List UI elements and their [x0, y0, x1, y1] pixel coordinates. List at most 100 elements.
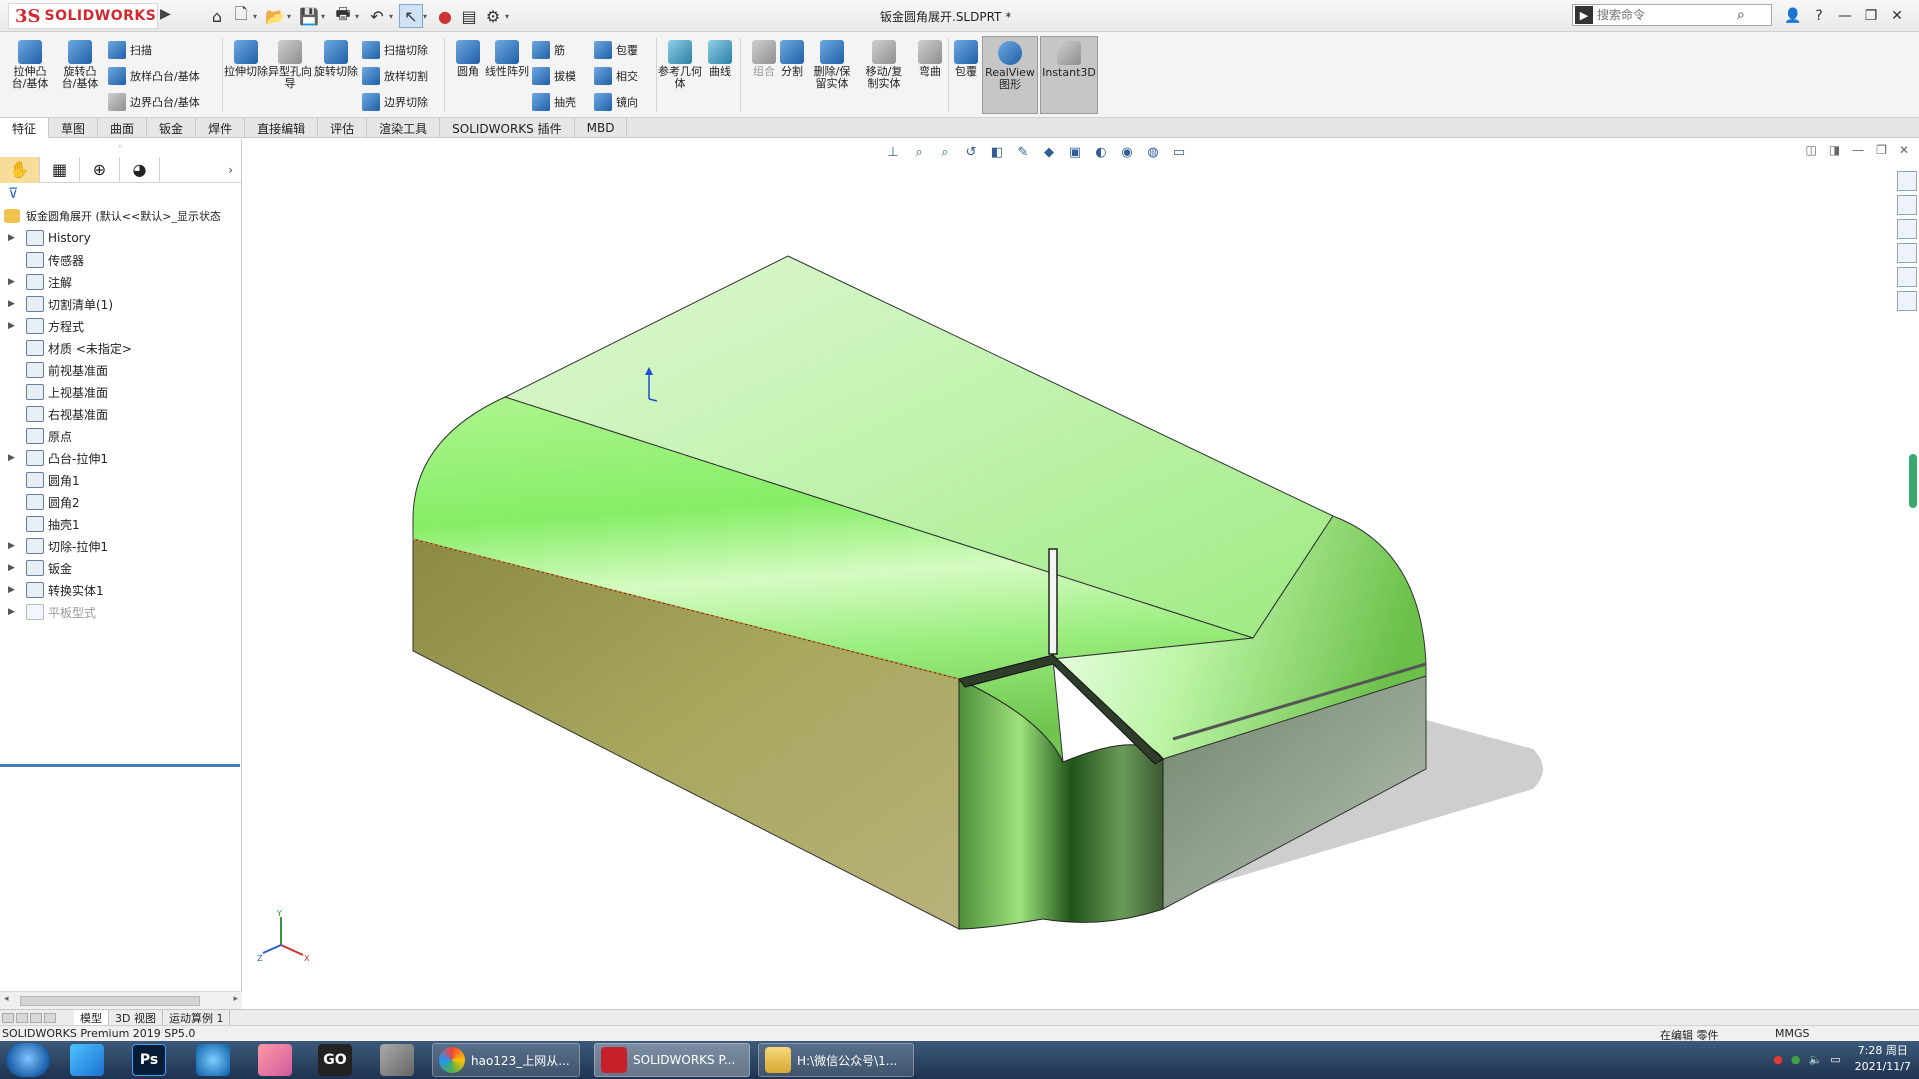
save-icon[interactable]: 💾: [297, 4, 321, 28]
swept-cut-button[interactable]: 扫描切除: [362, 38, 428, 62]
mirror-button[interactable]: 镜向: [594, 90, 638, 114]
draft-button[interactable]: 拔模: [532, 64, 576, 88]
filter-icon[interactable]: ⊽: [0, 183, 241, 205]
restore-icon[interactable]: ❐: [1858, 8, 1884, 24]
command-tab[interactable]: 评估: [318, 118, 368, 138]
status-units[interactable]: MMGS: [1775, 1027, 1810, 1040]
boundary-boss-button[interactable]: 边界凸台/基体: [108, 90, 200, 114]
tree-item[interactable]: 上视基准面: [0, 381, 241, 403]
lofted-cut-button[interactable]: 放样切割: [362, 64, 428, 88]
search-input[interactable]: [1597, 8, 1737, 22]
open-dropdown-icon[interactable]: ▾: [287, 12, 297, 21]
first-tab-icon[interactable]: [2, 1012, 14, 1023]
expand-arrow-icon[interactable]: ▶: [0, 321, 15, 331]
expand-arrow-icon[interactable]: ▶: [0, 299, 15, 309]
model-tab[interactable]: 模型: [74, 1010, 109, 1025]
instant3d-toggle[interactable]: Instant3D: [1040, 36, 1098, 114]
save-dropdown-icon[interactable]: ▾: [321, 12, 331, 21]
tree-item[interactable]: 材质 <未指定>: [0, 337, 241, 359]
feature-manager-tab-icon[interactable]: ✋: [0, 156, 40, 183]
ref-geometry-button[interactable]: 参考几何体: [658, 36, 702, 114]
task-pane-library-icon[interactable]: [1897, 219, 1917, 239]
photoshop-icon[interactable]: Ps: [132, 1044, 166, 1076]
scroll-thumb[interactable]: [20, 996, 200, 1006]
model-tab[interactable]: 运动算例 1: [163, 1010, 231, 1025]
sheet-metal-part-model[interactable]: [243, 139, 1919, 1009]
command-tab[interactable]: 渲染工具: [367, 118, 441, 138]
tree-item[interactable]: ▶ 平板型式: [0, 601, 241, 623]
shell-button[interactable]: 抽壳: [532, 90, 576, 114]
tree-item[interactable]: 原点: [0, 425, 241, 447]
command-search[interactable]: ▶ ⌕: [1572, 4, 1772, 26]
fillet-button[interactable]: 圆角: [446, 36, 490, 114]
revolve-cut-button[interactable]: 旋转切除: [314, 36, 358, 114]
tree-item[interactable]: 圆角2: [0, 491, 241, 513]
prev-tab-icon[interactable]: [16, 1012, 28, 1023]
expand-arrow-icon[interactable]: ▶: [0, 585, 15, 595]
rollback-bar[interactable]: [0, 764, 240, 767]
undo-icon[interactable]: ↶: [365, 4, 389, 28]
new-document-icon[interactable]: 🗋: [229, 4, 253, 28]
boundary-cut-button[interactable]: 边界切除: [362, 90, 428, 114]
command-tab[interactable]: 草图: [49, 118, 99, 138]
tree-item[interactable]: ▶ 凸台-拉伸1: [0, 447, 241, 469]
tree-item[interactable]: ▶ 方程式: [0, 315, 241, 337]
menu-expand-icon[interactable]: ▶: [160, 6, 171, 22]
configuration-manager-tab-icon[interactable]: ⊕: [80, 156, 120, 183]
minimize-icon[interactable]: —: [1832, 8, 1858, 24]
extrude-boss-button[interactable]: 拉伸凸台/基体: [8, 36, 52, 114]
graphics-area[interactable]: ⊥ ⌕ ⌕ ↺ ◧ ✎ ◆ ▣ ◐ ◉ ◍ ▭ ◫ ◨ — ❐ ✕ Y X Z: [243, 139, 1919, 1009]
rib-button[interactable]: 筋: [532, 38, 565, 62]
tree-item[interactable]: 圆角1: [0, 469, 241, 491]
select-dropdown-icon[interactable]: ▾: [423, 12, 433, 21]
task-pane-explorer-icon[interactable]: [1897, 243, 1917, 263]
panel-more-icon[interactable]: ›: [228, 163, 241, 177]
tree-item[interactable]: 前视基准面: [0, 359, 241, 381]
home-icon[interactable]: ⌂: [205, 4, 229, 28]
expand-arrow-icon[interactable]: ▶: [0, 453, 15, 463]
security-tray-icon[interactable]: ●: [1791, 1053, 1801, 1066]
traffic-light-icon[interactable]: ●: [433, 4, 457, 28]
display-manager-tab-icon[interactable]: ◕: [120, 156, 160, 183]
revolve-boss-button[interactable]: 旋转凸台/基体: [58, 36, 102, 114]
close-icon[interactable]: ✕: [1884, 8, 1910, 24]
task-pane-properties-icon[interactable]: [1897, 291, 1917, 311]
tree-item[interactable]: 抽壳1: [0, 513, 241, 535]
edge-browser-icon[interactable]: [196, 1044, 230, 1076]
help-icon[interactable]: ?: [1806, 8, 1832, 24]
expand-arrow-icon[interactable]: ▶: [0, 563, 15, 573]
intersect-button[interactable]: 相交: [594, 64, 638, 88]
new-dropdown-icon[interactable]: ▾: [253, 12, 263, 21]
print-icon[interactable]: 🖶: [331, 4, 355, 28]
command-tab[interactable]: 曲面: [98, 118, 148, 138]
tree-item[interactable]: ▶ 钣金: [0, 557, 241, 579]
realview-toggle[interactable]: RealView图形: [982, 36, 1038, 114]
task-pane-appearance-icon[interactable]: [1897, 267, 1917, 287]
tree-item[interactable]: ▶ 切除-拉伸1: [0, 535, 241, 557]
command-tab[interactable]: 特征: [0, 118, 50, 138]
tree-item[interactable]: ▶ 注解: [0, 271, 241, 293]
options-dropdown-icon[interactable]: ▾: [505, 12, 515, 21]
clock[interactable]: 7:28 周日 2021/11/7: [1855, 1043, 1911, 1075]
property-manager-tab-icon[interactable]: ▦: [40, 156, 80, 183]
cloud-app-icon[interactable]: [70, 1044, 104, 1076]
gox-app-icon[interactable]: GO: [318, 1044, 352, 1076]
undo-dropdown-icon[interactable]: ▾: [389, 12, 399, 21]
curves-button[interactable]: 曲线: [698, 36, 742, 114]
next-tab-icon[interactable]: [30, 1012, 42, 1023]
start-button[interactable]: [6, 1043, 50, 1077]
network-tray-icon[interactable]: ▭: [1830, 1053, 1840, 1066]
sweep-button[interactable]: 扫描: [108, 38, 152, 62]
split-button[interactable]: 分割: [770, 36, 814, 114]
expand-arrow-icon[interactable]: ▶: [0, 277, 15, 287]
command-tab[interactable]: MBD: [575, 118, 628, 138]
taskbar-task-solidworks[interactable]: SOLIDWORKS P...: [594, 1043, 750, 1077]
solidworks-logo[interactable]: 3S SOLIDWORKS: [8, 3, 158, 29]
select-pointer-icon[interactable]: ↖: [399, 4, 423, 28]
command-tab[interactable]: 焊件: [196, 118, 246, 138]
file-properties-icon[interactable]: ▤: [457, 4, 481, 28]
tree-item[interactable]: ▶ History: [0, 227, 241, 249]
command-tab[interactable]: 直接编辑: [245, 118, 319, 138]
scroll-left-icon[interactable]: ◂: [4, 994, 9, 1004]
model-tab[interactable]: 3D 视图: [109, 1010, 163, 1025]
